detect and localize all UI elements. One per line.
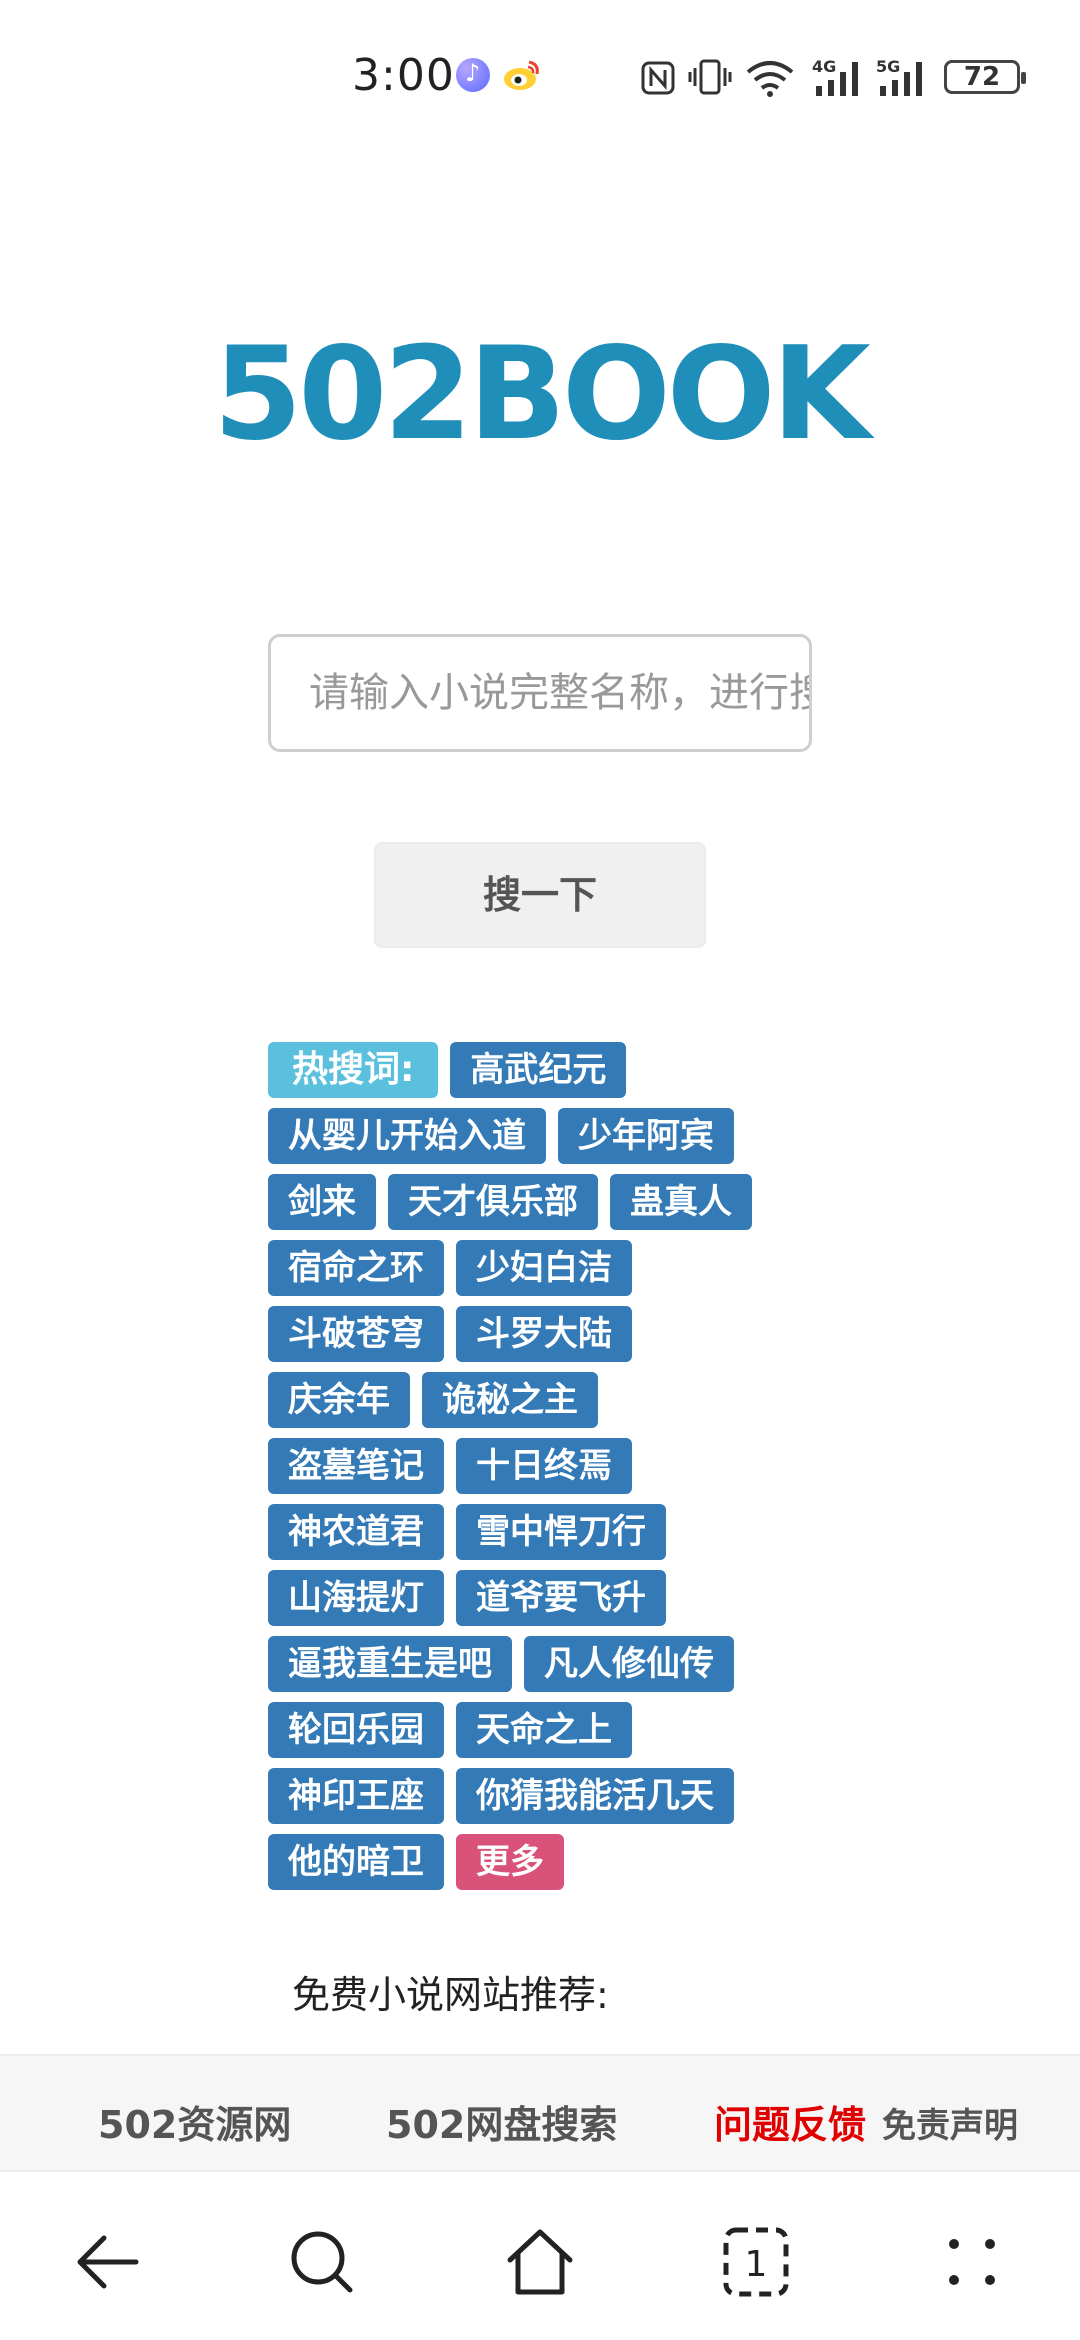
hot-search-label: 热搜词: bbox=[268, 1042, 439, 1098]
hot-tag[interactable]: 凡人修仙传 bbox=[524, 1636, 734, 1692]
net-5g-label: 5G bbox=[876, 57, 900, 76]
hot-tag[interactable]: 蛊真人 bbox=[610, 1174, 752, 1230]
hot-tag[interactable]: 山海提灯 bbox=[268, 1570, 444, 1626]
hot-tag[interactable]: 宿命之环 bbox=[268, 1240, 444, 1296]
hot-tag[interactable]: 盗墓笔记 bbox=[268, 1438, 444, 1494]
hot-tag[interactable]: 高武纪元 bbox=[450, 1042, 627, 1098]
search-button[interactable]: 搜一下 bbox=[374, 842, 706, 948]
hot-tag[interactable]: 天才俱乐部 bbox=[388, 1174, 598, 1230]
footer-link-502-pan-search[interactable]: 502网盘搜索 bbox=[386, 2094, 617, 2149]
vibrate-icon bbox=[688, 59, 732, 95]
more-button[interactable]: 更多 bbox=[456, 1834, 564, 1890]
hot-tag[interactable]: 他的暗卫 bbox=[268, 1834, 444, 1890]
hot-tag[interactable]: 庆余年 bbox=[268, 1372, 410, 1428]
hot-tag[interactable]: 斗罗大陆 bbox=[456, 1306, 632, 1362]
footer-link-502-resources[interactable]: 502资源网 bbox=[98, 2094, 291, 2149]
hot-tag[interactable]: 天命之上 bbox=[456, 1702, 632, 1758]
hot-search-tags: 热搜词: 高武纪元 从婴儿开始入道 少年阿宾 剑来 天才俱乐部 蛊真人 宿命之环… bbox=[268, 1042, 828, 1900]
search-input[interactable]: 请输入小说完整名称，进行搜索 bbox=[268, 634, 812, 752]
footer-link-disclaimer[interactable]: 免责声明 bbox=[882, 2098, 1018, 2147]
svg-text:1: 1 bbox=[745, 2244, 768, 2285]
hot-tag[interactable]: 诡秘之主 bbox=[422, 1372, 598, 1428]
battery-level: 72 bbox=[963, 62, 1001, 92]
menu-dots-icon[interactable] bbox=[932, 2222, 1012, 2302]
hot-tag[interactable]: 十日终焉 bbox=[456, 1438, 632, 1494]
hot-tag[interactable]: 神印王座 bbox=[268, 1768, 444, 1824]
hot-tag[interactable]: 从婴儿开始入道 bbox=[268, 1108, 546, 1164]
browser-bottom-nav: 1 bbox=[0, 2172, 1080, 2340]
hot-tag[interactable]: 轮回乐园 bbox=[268, 1702, 444, 1758]
search-icon[interactable] bbox=[282, 2222, 362, 2302]
footer-links: 502资源网 502网盘搜索 问题反馈 免责声明 bbox=[0, 2054, 1080, 2172]
hot-tag[interactable]: 道爷要飞升 bbox=[456, 1570, 666, 1626]
status-time: 3:00 bbox=[352, 50, 455, 101]
hot-tag[interactable]: 你猜我能活几天 bbox=[456, 1768, 734, 1824]
back-arrow-icon[interactable] bbox=[70, 2222, 150, 2302]
tabs-icon[interactable]: 1 bbox=[716, 2222, 796, 2302]
wifi-icon bbox=[746, 61, 794, 97]
hot-tag[interactable]: 神农道君 bbox=[268, 1504, 444, 1560]
recommend-label: 免费小说网站推荐: bbox=[292, 1973, 609, 2017]
footer-link-feedback[interactable]: 问题反馈 bbox=[714, 2094, 866, 2149]
weibo-app-icon bbox=[504, 60, 539, 90]
hot-tag[interactable]: 少年阿宾 bbox=[558, 1108, 734, 1164]
site-logo[interactable]: 502BOOK bbox=[0, 320, 1080, 469]
hot-tag[interactable]: 少妇白洁 bbox=[456, 1240, 632, 1296]
signal-4g-icon: 4G bbox=[812, 57, 858, 96]
status-bar: 3:00 4G 5G 72 bbox=[0, 0, 1080, 140]
battery-icon: 72 bbox=[944, 60, 1026, 94]
nfc-icon bbox=[641, 61, 675, 95]
hot-tag[interactable]: 雪中悍刀行 bbox=[456, 1504, 666, 1560]
hot-tag[interactable]: 斗破苍穹 bbox=[268, 1306, 444, 1362]
home-icon[interactable] bbox=[500, 2222, 580, 2302]
hot-tag[interactable]: 剑来 bbox=[268, 1174, 376, 1230]
hot-tag[interactable]: 逼我重生是吧 bbox=[268, 1636, 512, 1692]
signal-5g-icon: 5G bbox=[876, 57, 922, 96]
net-4g-label: 4G bbox=[812, 57, 836, 76]
music-app-icon bbox=[456, 58, 490, 92]
